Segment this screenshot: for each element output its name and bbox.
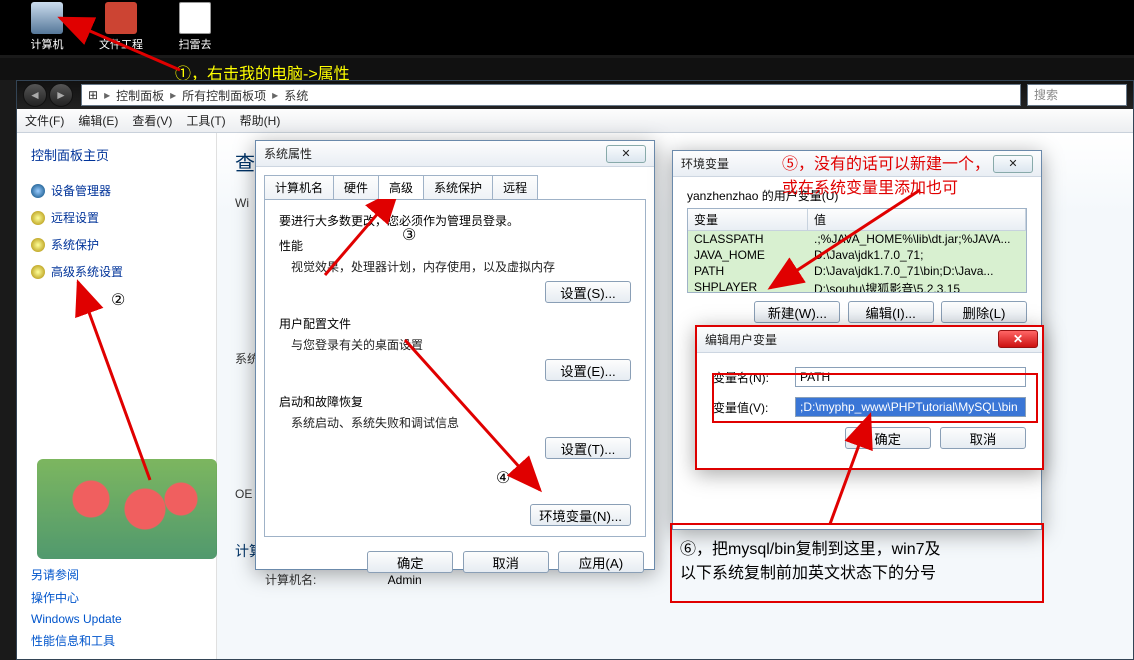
tab-remote[interactable]: 远程 [492, 175, 538, 199]
annotation-step3: ③ [402, 225, 416, 245]
dialog-footer: 确定 取消 应用(A) [256, 545, 654, 579]
dialog-titlebar[interactable]: 系统属性 ✕ [256, 141, 654, 167]
desktop-icon-label: 文件工程 [96, 36, 146, 52]
address-bar[interactable]: ⊞ ▸ 控制面板 ▸ 所有控制面板项 ▸ 系统 [81, 84, 1021, 106]
annotation-step5: ⑤，没有的话可以新建一个， 或在系统变量里添加也可 [782, 150, 990, 198]
sidebar: 控制面板主页 设备管理器 远程设置 系统保护 高级系统设置 ② 另请参阅 操作中… [17, 133, 217, 659]
table-row[interactable]: JAVA_HOMED:\Java\jdk1.7.0_71; [688, 247, 1026, 263]
shield-icon [31, 211, 45, 225]
breadcrumb-icon: ⊞ [88, 88, 98, 102]
close-button[interactable]: ✕ [606, 145, 646, 163]
ok-button[interactable]: 确定 [367, 551, 453, 573]
startup-desc: 系统启动、系统失败和调试信息 [291, 414, 631, 431]
menu-tools[interactable]: 工具(T) [186, 112, 225, 129]
table-row[interactable]: CLASSPATH.;%JAVA_HOME%\lib\dt.jar;%JAVA.… [688, 231, 1026, 247]
link-windows-update[interactable]: Windows Update [31, 612, 122, 626]
decorative-flowers-image [37, 459, 217, 559]
desktop: 计算机 文件工程 扫雷去 [0, 0, 1134, 55]
computer-icon [31, 2, 63, 34]
dialog-title: 编辑用户变量 [705, 331, 777, 348]
tab-advanced[interactable]: 高级 [378, 175, 424, 199]
close-button[interactable]: ✕ [998, 330, 1038, 348]
admin-note: 要进行大多数更改，您必须作为管理员登录。 [279, 212, 631, 229]
system-properties-dialog: 系统属性 ✕ 计算机名 硬件 高级 系统保护 远程 要进行大多数更改，您必须作为… [255, 140, 655, 570]
new-var-button[interactable]: 新建(W)... [754, 301, 840, 323]
dialog-titlebar[interactable]: 编辑用户变量 ✕ [697, 327, 1042, 353]
nav-forward-button[interactable]: ► [49, 83, 73, 107]
link-performance-info[interactable]: 性能信息和工具 [31, 632, 122, 649]
menu-file[interactable]: 文件(F) [25, 112, 64, 129]
env-vars-button[interactable]: 环境变量(N)... [530, 504, 631, 526]
see-also-title: 另请参阅 [31, 566, 122, 583]
tabs: 计算机名 硬件 高级 系统保护 远程 [264, 175, 646, 199]
menu-edit[interactable]: 编辑(E) [78, 112, 118, 129]
delete-var-button[interactable]: 删除(L) [941, 301, 1027, 323]
tab-hardware[interactable]: 硬件 [333, 175, 379, 199]
performance-settings-button[interactable]: 设置(S)... [545, 281, 631, 303]
menu-view[interactable]: 查看(V) [132, 112, 172, 129]
apply-button[interactable]: 应用(A) [558, 551, 644, 573]
startup-group-title: 启动和故障恢复 [279, 393, 631, 410]
breadcrumb-item[interactable]: 系统 [284, 87, 308, 104]
desktop-icon-doc[interactable]: 扫雷去 [170, 2, 220, 52]
close-button[interactable]: ✕ [993, 155, 1033, 173]
user-vars-table[interactable]: 变量 值 CLASSPATH.;%JAVA_HOME%\lib\dt.jar;%… [687, 208, 1027, 293]
cancel-button[interactable]: 取消 [463, 551, 549, 573]
cancel-button[interactable]: 取消 [940, 427, 1026, 449]
annotation-step6: ⑥，把mysql/bin复制到这里，win7及 以下系统复制前加英文状态下的分号 [680, 535, 941, 583]
col-header-var[interactable]: 变量 [688, 209, 808, 230]
search-input[interactable]: 搜索 [1027, 84, 1127, 106]
desktop-icon-ppt[interactable]: 文件工程 [96, 2, 146, 52]
annotation-step4: ④ [496, 468, 510, 488]
link-action-center[interactable]: 操作中心 [31, 589, 122, 606]
sidebar-system-protection[interactable]: 系统保护 [31, 236, 202, 253]
profile-desc: 与您登录有关的桌面设置 [291, 336, 631, 353]
shield-icon [31, 238, 45, 252]
table-row[interactable]: SHPLAYERD:\souhu\搜狐影音\5.2.3.15 [688, 279, 1026, 293]
desktop-icon-label: 扫雷去 [170, 36, 220, 52]
shield-icon [31, 184, 45, 198]
doc-icon [179, 2, 211, 34]
startup-settings-button[interactable]: 设置(T)... [545, 437, 631, 459]
tab-system-protection[interactable]: 系统保护 [423, 175, 493, 199]
profile-settings-button[interactable]: 设置(E)... [545, 359, 631, 381]
sidebar-device-manager[interactable]: 设备管理器 [31, 182, 202, 199]
ok-button[interactable]: 确定 [845, 427, 931, 449]
explorer-titlebar: ◄ ► ⊞ ▸ 控制面板 ▸ 所有控制面板项 ▸ 系统 搜索 [17, 81, 1133, 109]
menu-help[interactable]: 帮助(H) [240, 112, 281, 129]
dialog-title: 环境变量 [681, 155, 729, 172]
annotation-box-step5-vars [712, 373, 1038, 423]
table-row[interactable]: PATHD:\Java\jdk1.7.0_71\bin;D:\Java... [688, 263, 1026, 279]
sidebar-remote-settings[interactable]: 远程设置 [31, 209, 202, 226]
sidebar-advanced-settings[interactable]: 高级系统设置 [31, 263, 202, 280]
breadcrumb-item[interactable]: 所有控制面板项 [182, 87, 266, 104]
tab-computer-name[interactable]: 计算机名 [264, 175, 334, 199]
desktop-icon-computer[interactable]: 计算机 [22, 2, 72, 52]
ppt-icon [105, 2, 137, 34]
performance-group-title: 性能 [279, 237, 631, 254]
dialog-title: 系统属性 [264, 145, 312, 162]
explorer-menu: 文件(F) 编辑(E) 查看(V) 工具(T) 帮助(H) [17, 109, 1133, 133]
annotation-step2: ② [111, 290, 202, 310]
desktop-icon-label: 计算机 [22, 36, 72, 52]
annotation-bar [0, 58, 1134, 80]
breadcrumb-item[interactable]: 控制面板 [116, 87, 164, 104]
profile-group-title: 用户配置文件 [279, 315, 631, 332]
nav-back-button[interactable]: ◄ [23, 83, 47, 107]
shield-icon [31, 265, 45, 279]
see-also: 另请参阅 操作中心 Windows Update 性能信息和工具 [31, 560, 122, 649]
tab-body: 要进行大多数更改，您必须作为管理员登录。 性能 视觉效果，处理器计划，内存使用，… [264, 199, 646, 537]
col-header-val[interactable]: 值 [808, 209, 1026, 230]
control-panel-home-link[interactable]: 控制面板主页 [31, 145, 202, 164]
performance-desc: 视觉效果，处理器计划，内存使用，以及虚拟内存 [291, 258, 631, 275]
edit-var-button[interactable]: 编辑(I)... [848, 301, 934, 323]
